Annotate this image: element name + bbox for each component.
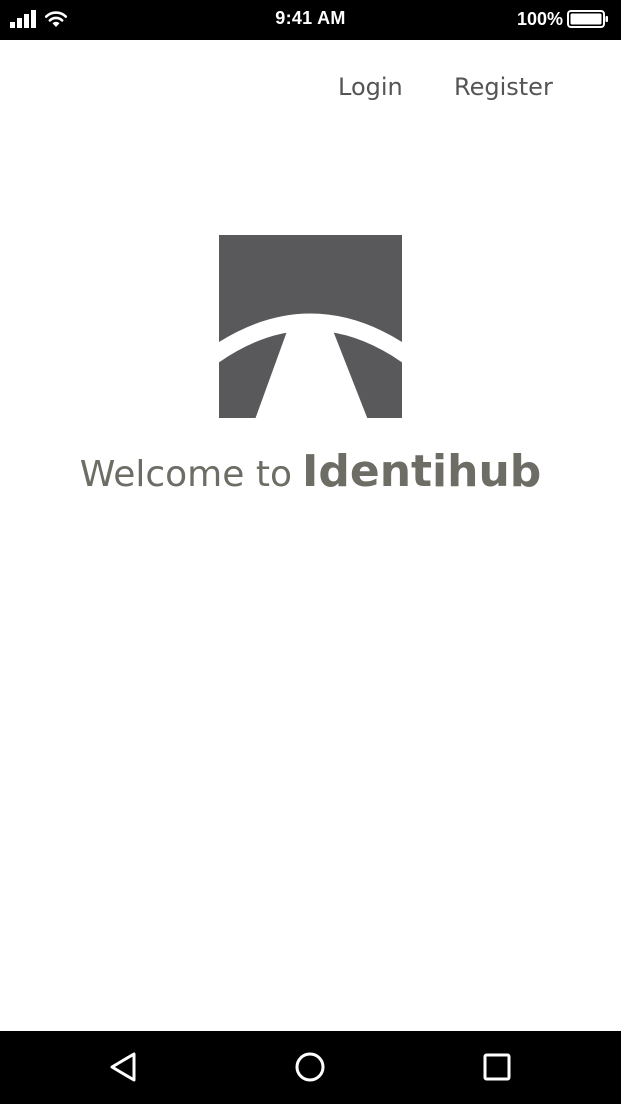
status-bar: 9:41 AM 100% <box>0 0 621 40</box>
welcome-heading: Welcome to Identihub <box>0 446 621 497</box>
recent-apps-icon[interactable] <box>479 1049 515 1085</box>
back-icon[interactable] <box>106 1049 142 1085</box>
brand-name: Identihub <box>301 446 542 497</box>
battery-percentage: 100% <box>516 9 563 29</box>
system-navigation-bar <box>0 1031 621 1104</box>
app-screen: 9:41 AM 100% Login Register Welcome to I… <box>0 0 621 1104</box>
status-right: 100% <box>517 8 609 30</box>
battery-icon <box>567 10 608 28</box>
welcome-prefix: Welcome to <box>79 454 292 495</box>
home-icon[interactable] <box>292 1049 328 1085</box>
login-link[interactable]: Login <box>338 72 403 102</box>
identihub-logo-icon <box>219 235 402 418</box>
register-link[interactable]: Register <box>454 72 553 102</box>
